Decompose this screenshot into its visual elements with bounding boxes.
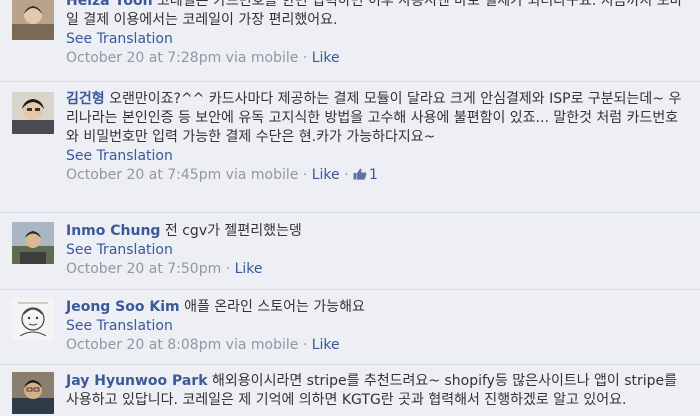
like-button[interactable]: Like (312, 337, 340, 353)
comment-timestamp: October 20 at 7:45pm via mobile (66, 167, 299, 183)
commenter-name[interactable]: Heiza Yoon (66, 0, 153, 9)
like-button[interactable]: Like (312, 50, 340, 66)
comment-timestamp: October 20 at 8:08pm via mobile (66, 337, 299, 353)
comment-feed: Heiza Yoon 코레일은 카드번호를 한번 입력하면 이후 사용시엔 바로… (0, 0, 700, 416)
meta-separator: · (344, 167, 349, 183)
avatar[interactable] (12, 222, 54, 264)
avatar[interactable] (12, 92, 54, 134)
see-translation-link[interactable]: See Translation (66, 30, 690, 49)
meta-separator: · (302, 337, 308, 353)
comment-divider (0, 289, 700, 290)
meta-separator: · (225, 261, 231, 277)
like-count[interactable]: 1 (353, 167, 378, 183)
like-button[interactable]: Like (312, 167, 340, 183)
avatar[interactable] (12, 298, 54, 340)
meta-separator: · (302, 167, 308, 183)
comment-divider (0, 364, 700, 365)
commenter-name[interactable]: Jay Hyunwoo Park (66, 373, 208, 389)
comment-timestamp: October 20 at 7:28pm via mobile (66, 50, 299, 66)
see-translation-link[interactable]: See Translation (66, 147, 690, 166)
comment-timestamp: October 20 at 7:50pm (66, 261, 222, 277)
thumbs-up-icon (353, 168, 367, 180)
commenter-name[interactable]: Jeong Soo Kim (66, 299, 180, 315)
comment-divider (0, 212, 700, 213)
avatar[interactable] (12, 372, 54, 414)
avatar[interactable] (12, 0, 54, 40)
comment-text: 오랜만이죠?^^ 카드사마다 제공하는 결제 모듈이 달라요 크게 안심결제와 … (66, 91, 682, 145)
comment-text: 애플 온라인 스토어는 가능해요 (184, 299, 365, 315)
commenter-name[interactable]: Inmo Chung (66, 223, 160, 239)
like-count-value: 1 (369, 167, 378, 183)
commenter-name[interactable]: 김건형 (66, 91, 105, 107)
comment-divider (0, 81, 700, 82)
like-button[interactable]: Like (235, 261, 263, 277)
see-translation-link[interactable]: See Translation (66, 317, 690, 336)
comment-text: 코레일은 카드번호를 한번 입력하면 이후 사용시엔 바로 결제가 되더라구요.… (66, 0, 683, 28)
comment-text: 전 cgv가 젤편리했는뎅 (164, 223, 302, 239)
meta-separator: · (302, 50, 308, 66)
see-translation-link[interactable]: See Translation (66, 241, 690, 260)
